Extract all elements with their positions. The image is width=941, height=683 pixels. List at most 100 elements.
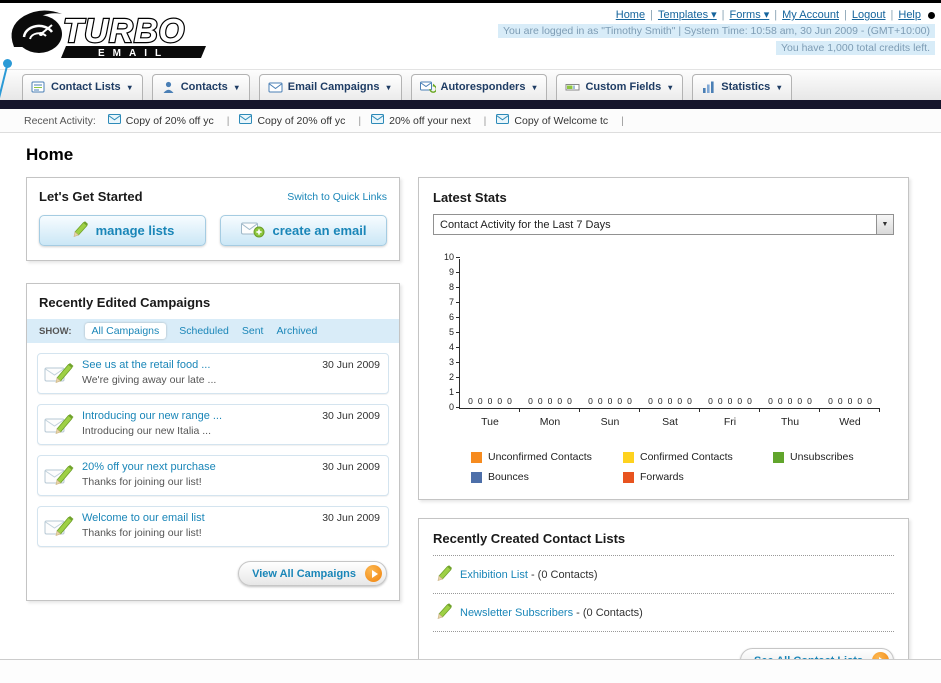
nav-divider-bar bbox=[0, 100, 941, 109]
campaigns-panel-title: Recently Edited Campaigns bbox=[39, 295, 211, 310]
y-tick-label: 6 bbox=[448, 312, 454, 322]
switch-quick-links-link[interactable]: Switch to Quick Links bbox=[287, 191, 387, 203]
chart-group-sat: 0 0 0 0 0 Sat bbox=[640, 259, 700, 428]
tab-autoresponders[interactable]: Autoresponders ▾ bbox=[410, 74, 548, 100]
turbo-email-logo-graphic: TURBO EMAIL bbox=[11, 10, 206, 59]
x-axis-label: Sat bbox=[662, 416, 678, 428]
view-all-campaigns-button[interactable]: View All Campaigns bbox=[238, 561, 387, 586]
campaign-item[interactable]: See us at the retail food ... We're givin… bbox=[37, 353, 389, 394]
recent-activity-label: Recent Activity: bbox=[24, 114, 96, 127]
chart-group-tue: 0 0 0 0 0 Tue bbox=[460, 259, 520, 428]
contacts-icon bbox=[161, 80, 176, 94]
chart-group-thu: 0 0 0 0 0 Thu bbox=[760, 259, 820, 428]
app-logo: TURBO EMAIL bbox=[6, 5, 244, 64]
legend-forwards: Forwards bbox=[623, 471, 773, 483]
bar-value-labels: 00000 bbox=[708, 396, 752, 406]
recent-activity-item[interactable]: Copy of 20% off yc | bbox=[239, 114, 361, 127]
tab-custom-fields[interactable]: Custom Fields ▾ bbox=[556, 74, 684, 100]
chevron-down-icon: ▾ bbox=[532, 82, 537, 92]
contact-list-items: Exhibition List - (0 Contacts) Newsletter… bbox=[433, 555, 894, 632]
tab-email-campaigns[interactable]: Email Campaigns ▾ bbox=[258, 74, 402, 100]
legend-swatch bbox=[471, 451, 482, 463]
chart-plot-area: 0 1 2 3 4 5 6 7 8 9 10 0 0 0 0 0 Tue 0 0 0 0 0 Mon 0 0 0 0 0 Sun 0 0 0 0… bbox=[444, 253, 880, 428]
campaign-filters: All Campaigns Scheduled Sent Archived bbox=[84, 323, 317, 339]
top-link-templates[interactable]: Templates ▾ bbox=[658, 9, 717, 21]
tab-statistics[interactable]: Statistics ▾ bbox=[692, 74, 793, 100]
page-title: Home bbox=[26, 145, 74, 164]
chevron-down-icon: ▾ bbox=[386, 82, 391, 92]
link-separator: | bbox=[650, 9, 653, 21]
campaign-item[interactable]: Welcome to our email list Thanks for join… bbox=[37, 506, 389, 547]
campaign-subtitle: Introducing our new Italia ... bbox=[82, 425, 211, 437]
tab-contacts[interactable]: Contacts ▾ bbox=[151, 74, 250, 100]
x-axis-label: Tue bbox=[481, 416, 499, 428]
campaign-subtitle: Thanks for joining our list! bbox=[82, 476, 202, 488]
top-nav-links: Home | Templates ▾ | Forms ▾ | My Account | Logo… bbox=[498, 8, 935, 21]
legend-label: Unsubscribes bbox=[790, 451, 854, 463]
campaign-title-link[interactable]: Welcome to our email list bbox=[82, 512, 314, 524]
recent-activity-item[interactable]: Copy of 20% off yc | bbox=[107, 114, 229, 127]
recent-activity-text: Copy of Welcome tc bbox=[514, 114, 609, 127]
stats-period-value: Contact Activity for the Last 7 Days bbox=[440, 218, 611, 231]
logo-text: TURBO bbox=[63, 12, 185, 49]
contact-list-item[interactable]: Exhibition List - (0 Contacts) bbox=[433, 556, 894, 594]
top-link-my-account[interactable]: My Account bbox=[782, 9, 839, 21]
email-campaigns-icon bbox=[268, 80, 283, 94]
create-email-button[interactable]: create an email bbox=[220, 215, 387, 246]
legend-swatch bbox=[471, 471, 482, 483]
get-started-title: Let's Get Started bbox=[39, 189, 143, 204]
tab-contact-lists[interactable]: Contact Lists ▾ bbox=[22, 74, 143, 100]
y-tick-label: 1 bbox=[448, 387, 454, 397]
create-email-label: create an email bbox=[272, 223, 367, 238]
recent-activity-item[interactable]: Copy of Welcome tc | bbox=[496, 114, 624, 127]
filter-scheduled[interactable]: Scheduled bbox=[179, 325, 229, 337]
top-link-forms[interactable]: Forms ▾ bbox=[730, 9, 770, 21]
bar-value-labels: 00000 bbox=[648, 396, 692, 406]
y-tick-label: 3 bbox=[448, 357, 454, 367]
envelope-icon bbox=[371, 114, 385, 127]
manage-lists-button[interactable]: manage lists bbox=[39, 215, 206, 246]
item-separator: | bbox=[483, 114, 487, 127]
contact-list-detail: - (0 Contacts) bbox=[576, 606, 643, 619]
top-link-logout[interactable]: Logout bbox=[852, 9, 886, 21]
item-separator: | bbox=[621, 114, 624, 127]
filter-sent[interactable]: Sent bbox=[242, 325, 264, 337]
contact-list-link[interactable]: Newsletter Subscribers bbox=[460, 607, 573, 619]
main-content: Home Let's Get Started Switch to Quick L… bbox=[0, 133, 941, 683]
envelope-pencil-icon bbox=[44, 412, 74, 438]
recent-activity-text: Copy of 20% off yc bbox=[125, 114, 214, 127]
recent-activity-item[interactable]: 20% off your next | bbox=[371, 114, 486, 127]
main-nav-bar: Contact Lists ▾ Contacts ▾ Email Campaigns ▾ A… bbox=[0, 69, 941, 100]
campaign-title-link[interactable]: 20% off your next purchase bbox=[82, 461, 314, 473]
campaign-date: 30 Jun 2009 bbox=[322, 410, 380, 422]
dot-decoration bbox=[928, 11, 935, 19]
envelope-icon bbox=[496, 114, 510, 127]
link-separator: | bbox=[774, 9, 778, 21]
campaign-item[interactable]: Introducing our new range ... Introducing… bbox=[37, 404, 389, 445]
envelope-icon bbox=[239, 114, 253, 127]
campaign-title-link[interactable]: See us at the retail food ... bbox=[82, 359, 314, 371]
top-link-help[interactable]: Help bbox=[898, 9, 921, 21]
pencil-icon bbox=[71, 221, 88, 240]
recent-activity-items: Copy of 20% off yc | Copy of 20% off yc | 20… bbox=[107, 114, 634, 127]
contact-list-item[interactable]: Newsletter Subscribers - (0 Contacts) bbox=[433, 594, 894, 632]
campaign-date: 30 Jun 2009 bbox=[322, 359, 380, 371]
custom-fields-icon bbox=[565, 80, 580, 94]
x-axis-label: Wed bbox=[839, 416, 861, 428]
chart-group-fri: 0 0 0 0 0 Fri bbox=[700, 259, 760, 428]
filter-archived[interactable]: Archived bbox=[276, 325, 317, 337]
legend-swatch bbox=[623, 451, 634, 463]
y-tick-label: 10 bbox=[443, 252, 454, 262]
contact-lists-icon bbox=[31, 80, 46, 94]
campaign-title-link[interactable]: Introducing our new range ... bbox=[82, 410, 314, 422]
campaign-subtitle: We're giving away our late ... bbox=[82, 374, 217, 386]
campaign-item[interactable]: 20% off your next purchase Thanks for joi… bbox=[37, 455, 389, 496]
contact-lists-panel-title: Recently Created Contact Lists bbox=[433, 531, 626, 546]
filter-all-campaigns[interactable]: All Campaigns bbox=[84, 323, 167, 339]
y-tick-label: 4 bbox=[448, 342, 454, 352]
credits-info-line: You have 1,000 total credits left. bbox=[498, 41, 935, 55]
statistics-icon bbox=[701, 80, 716, 94]
stats-period-select[interactable]: Contact Activity for the Last 7 Days ▼ bbox=[433, 214, 894, 235]
contact-list-link[interactable]: Exhibition List bbox=[460, 569, 528, 581]
top-link-home[interactable]: Home bbox=[616, 9, 645, 21]
